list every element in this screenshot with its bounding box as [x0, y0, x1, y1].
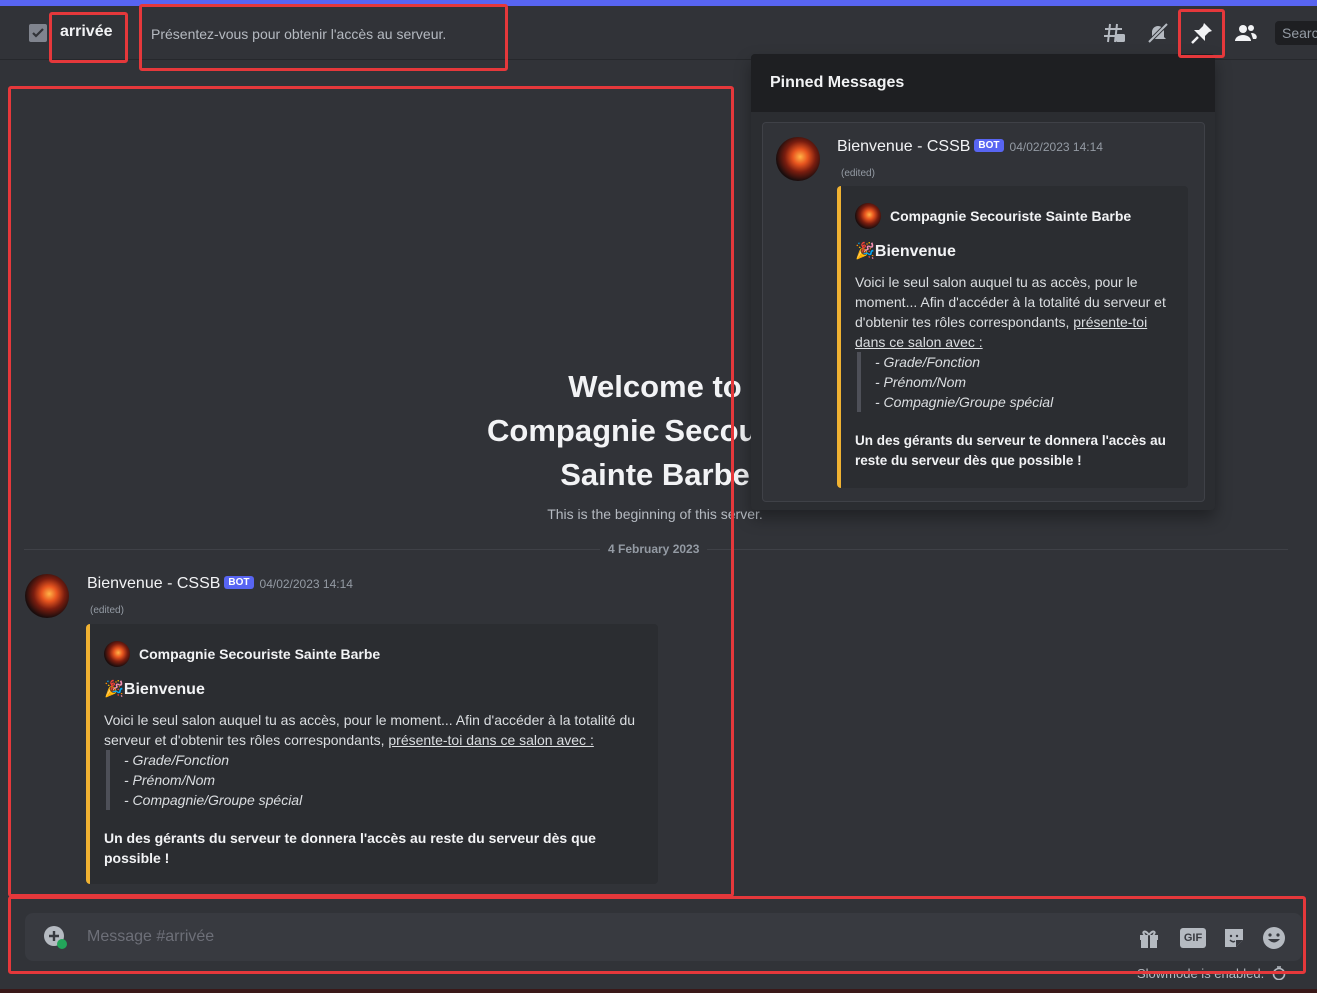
avatar[interactable] [776, 137, 820, 181]
slowmode-notice: Slowmode is enabled. [1137, 966, 1286, 981]
gif-icon[interactable]: GIF [1180, 925, 1206, 951]
quote-item: - Prénom/Nom [875, 374, 967, 390]
channel-topic[interactable]: Présentez-vous pour obtenir l'accès au s… [151, 26, 446, 42]
message-timestamp[interactable]: 04/02/2023 14:14 [260, 577, 353, 591]
notification-muted-icon[interactable] [1145, 20, 1171, 46]
quote-item: - Grade/Fonction [875, 354, 981, 370]
message-embed: Compagnie Secouriste Sainte Barbe 🎉Bienv… [86, 624, 658, 884]
bot-badge: BOT [224, 576, 254, 589]
bottom-strip [0, 989, 1317, 993]
member-list-icon[interactable] [1232, 20, 1258, 46]
pinned-messages-icon[interactable] [1189, 20, 1215, 46]
date-divider-label: 4 February 2023 [600, 542, 708, 556]
rules-channel-icon [29, 24, 47, 42]
quote-item: - Prénom/Nom [124, 772, 216, 788]
message-header: Bienvenue - CSSB BOT 04/02/2023 14:14 [87, 575, 353, 593]
pinned-messages-popout: Pinned Messages Bienvenue - CSSB BOT 04/02… [751, 54, 1215, 510]
gif-label: GIF [1180, 928, 1206, 948]
embed-author-avatar [104, 641, 130, 667]
embed-description: Voici le seul salon auquel tu as accès, … [855, 272, 1180, 412]
message-input[interactable]: Message #arrivée [87, 928, 214, 946]
embed-author: Compagnie Secouriste Sainte Barbe [890, 208, 1132, 224]
embed-author: Compagnie Secouriste Sainte Barbe [139, 646, 381, 662]
message-author[interactable]: Bienvenue - CSSB [87, 575, 220, 592]
pinned-heading: Pinned Messages [751, 54, 1215, 112]
embed-footer-bold: Un des gérants du serveur te donnera l'a… [104, 830, 596, 866]
embed-quote: - Grade/Fonction - Prénom/Nom - Compagni… [106, 750, 649, 810]
quote-item: - Compagnie/Groupe spécial [124, 792, 303, 808]
embed-author-avatar [855, 203, 881, 229]
embed-footer-bold: Un des gérants du serveur te donnera l'a… [855, 433, 1166, 468]
embed-description: Voici le seul salon auquel tu as accès, … [104, 710, 649, 810]
party-popper-icon: 🎉 [855, 243, 875, 260]
pinned-author[interactable]: Bienvenue - CSSB [837, 138, 970, 155]
embed-title: Bienvenue [874, 243, 956, 260]
embed-author-row: Compagnie Secouriste Sainte Barbe [104, 641, 380, 667]
embed-quote: - Grade/Fonction - Prénom/Nom - Compagni… [857, 352, 1180, 412]
sticker-icon[interactable] [1221, 925, 1247, 951]
pinned-message-card[interactable]: Bienvenue - CSSB BOT 04/02/2023 14:14 (edi… [762, 122, 1205, 502]
pinned-embed: Compagnie Secouriste Sainte Barbe 🎉Bienv… [837, 186, 1188, 488]
embed-title-row: 🎉Bienvenue [104, 679, 205, 699]
bot-badge: BOT [974, 139, 1004, 152]
embed-author-row: Compagnie Secouriste Sainte Barbe [855, 203, 1131, 229]
channel-header: arrivée Présentez-vous pour obtenir l'ac… [0, 6, 1317, 60]
pinned-timestamp: 04/02/2023 14:14 [1009, 140, 1103, 154]
embed-desc-underlined: présente-toi dans ce salon avec : [388, 732, 594, 748]
message-composer: Message #arrivée GIF [25, 913, 1302, 961]
edited-label: (edited) [90, 605, 124, 616]
stopwatch-icon [1272, 966, 1286, 981]
channel-name[interactable]: arrivée [60, 23, 113, 41]
gift-icon[interactable] [1136, 925, 1162, 951]
search-input[interactable]: Search [1275, 21, 1317, 45]
pinned-message-header: Bienvenue - CSSB BOT 04/02/2023 14:14 [837, 138, 1103, 156]
slowmode-text: Slowmode is enabled. [1137, 966, 1265, 981]
quote-item: - Compagnie/Groupe spécial [875, 394, 1054, 410]
threads-icon[interactable] [1101, 20, 1127, 46]
upload-plus-icon[interactable] [43, 925, 67, 949]
edited-label: (edited) [841, 168, 875, 179]
quote-item: - Grade/Fonction [124, 752, 230, 768]
party-popper-icon: 🎉 [104, 681, 124, 698]
embed-title-row: 🎉Bienvenue [855, 241, 956, 261]
emoji-icon[interactable] [1261, 925, 1287, 951]
embed-title: Bienvenue [123, 681, 205, 698]
avatar[interactable] [25, 574, 69, 618]
